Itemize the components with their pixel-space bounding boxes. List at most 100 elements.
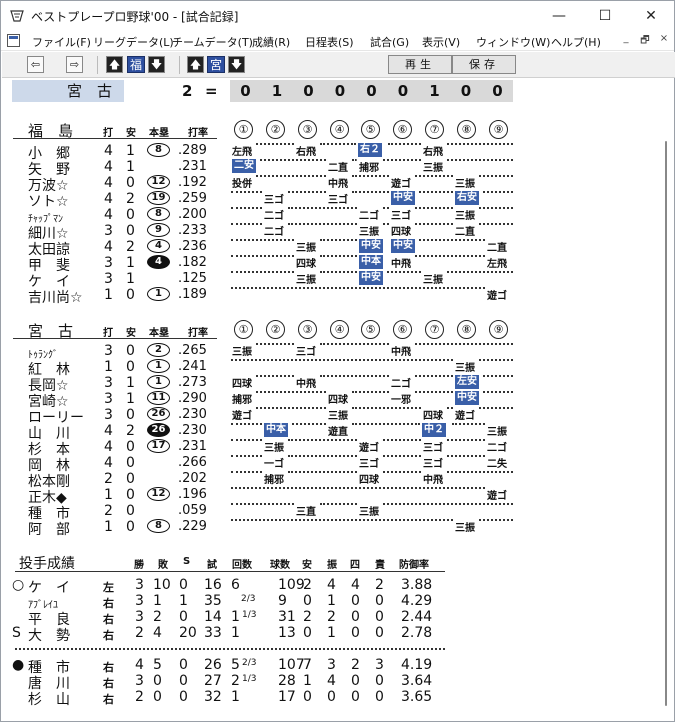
save-button[interactable]: 保存 (452, 55, 516, 74)
batter-avg: .266 (178, 455, 207, 470)
play-result: 三ゴ (264, 195, 284, 206)
team2-up-button[interactable]: 🡅 (187, 56, 204, 73)
play-dots (447, 439, 485, 441)
play-dots (231, 359, 453, 361)
play-result: 一邪 (391, 395, 411, 406)
pitcher-saves: 0 (179, 689, 188, 705)
play-result: 三直 (296, 507, 316, 518)
play-result: 遊ゴ (391, 179, 411, 190)
pitcher-pitches: 17 (278, 689, 296, 705)
close-button[interactable]: ✕ (628, 1, 674, 31)
play-result: 中本 (264, 423, 288, 437)
play-dots (479, 359, 513, 361)
play-result: 中安 (359, 239, 383, 253)
batter-hits: 0 (126, 503, 135, 519)
play-result: 三ゴ (423, 459, 443, 470)
pitcher-hand: 右 (103, 693, 114, 706)
play-dots (292, 423, 326, 425)
mdi-close-button[interactable]: × (657, 33, 671, 44)
pitcher-k: 2 (327, 609, 336, 625)
pitcher-bb: 0 (351, 689, 360, 705)
play-result: 三振 (359, 507, 379, 518)
team2-down-button[interactable]: 🡇 (228, 56, 245, 73)
menu-game[interactable]: 試合(G) (370, 34, 409, 50)
menu-file[interactable]: ファイル(F) (32, 34, 91, 50)
mdi-restore-button[interactable]: 🗗 (638, 33, 652, 50)
play-dots (447, 471, 513, 473)
play-result: 二ゴ (359, 211, 379, 222)
play-dots (479, 407, 513, 409)
inning-label: ⑧ (457, 320, 476, 339)
header-ab: 打 (103, 128, 113, 139)
play-result: 四球 (232, 379, 252, 390)
prev-arrow-button[interactable]: ⇦ (27, 56, 44, 73)
pitcher-hits: 2 (303, 577, 312, 593)
play-dots (320, 375, 389, 377)
play-dots (447, 159, 513, 161)
pitcher-losses: 2 (153, 609, 162, 625)
pitching-header: 敗 (158, 560, 168, 571)
team1-up-button[interactable]: 🡅 (106, 56, 123, 73)
play-result: 右飛 (296, 147, 316, 158)
pitcher-ip-fraction: 1/3 (242, 610, 257, 620)
play-dots (288, 455, 357, 457)
team2-label: 宮 (207, 56, 225, 73)
menu-stats[interactable]: 成績(R) (252, 34, 290, 50)
batter-avg: .230 (178, 407, 207, 422)
batter-avg: .202 (178, 471, 207, 486)
next-arrow-button[interactable]: ⇨ (66, 56, 83, 73)
play-result: 投併 (232, 179, 252, 190)
batter-avg: .231 (178, 159, 207, 174)
menu-team[interactable]: チームデータ(T) (172, 34, 253, 50)
toolbar: ⇦ ⇨ 🡅 福 🡇 🡅 宮 🡇 再生 保存 (2, 52, 675, 78)
batter-row: 山 川 4 2 26.230 中本 遊直 中２ 三振 (1, 423, 674, 442)
mdi-minimize-button[interactable]: _ (619, 33, 633, 44)
play-dots (231, 519, 453, 521)
mdi-document-icon[interactable] (7, 34, 20, 47)
batter-ab: 3 (104, 375, 113, 391)
pitcher-er: 3 (375, 657, 384, 673)
inning-score: 0 (366, 82, 377, 100)
play-button[interactable]: 再生 (388, 55, 452, 74)
menu-schedule[interactable]: 日程表(S) (305, 34, 354, 50)
play-result: 遊ゴ (232, 411, 252, 422)
batter-name: 阿 部 (28, 522, 70, 538)
header-hits: 安 (126, 328, 136, 339)
play-dots (352, 423, 420, 425)
app-icon (10, 10, 24, 22)
batter-hits: 0 (126, 359, 135, 375)
menu-league[interactable]: リーグデータ(L) (93, 34, 174, 50)
play-result: 二直 (328, 163, 348, 174)
play-result: 中２ (422, 423, 446, 437)
play-dots (383, 223, 389, 225)
pitching-header: 安 (302, 560, 312, 571)
batter-row: 種 市 2 0.059 三直 三振 (1, 503, 674, 522)
play-dots (415, 343, 513, 345)
batter-avg: .229 (178, 519, 207, 534)
batter-row: 甲 斐 3 1 4.182 四球 中本 中飛 左飛 (1, 255, 674, 274)
batter-hits: 1 (126, 159, 135, 175)
maximize-button[interactable]: ☐ (582, 1, 628, 31)
pitcher-games: 26 (204, 657, 222, 673)
play-dots (288, 439, 357, 441)
menu-help[interactable]: ヘルプ(H) (551, 34, 601, 50)
play-result: 三ゴ (296, 347, 316, 358)
menu-window[interactable]: ウィンドウ(W) (476, 34, 550, 50)
scrollbar-thumb[interactable] (665, 141, 667, 706)
play-dots (479, 519, 513, 521)
play-result: 中飛 (391, 347, 411, 358)
batter-row: 阿 部 1 0 8 .229 三振 (1, 519, 674, 538)
menu-view[interactable]: 表示(V) (422, 34, 460, 50)
play-dots (419, 191, 453, 193)
play-result: 二安 (232, 159, 256, 173)
team1-down-button[interactable]: 🡇 (148, 56, 165, 73)
play-dots (483, 391, 513, 393)
play-result: 捕邪 (264, 475, 284, 486)
pitcher-losses: 10 (153, 577, 171, 593)
pitcher-k: 3 (327, 657, 336, 673)
pitcher-losses: 4 (153, 625, 162, 641)
pitcher-ip: 1 (231, 689, 240, 705)
play-dots (256, 343, 294, 345)
minimize-button[interactable]: — (536, 1, 582, 31)
play-result: 三振 (487, 427, 507, 438)
